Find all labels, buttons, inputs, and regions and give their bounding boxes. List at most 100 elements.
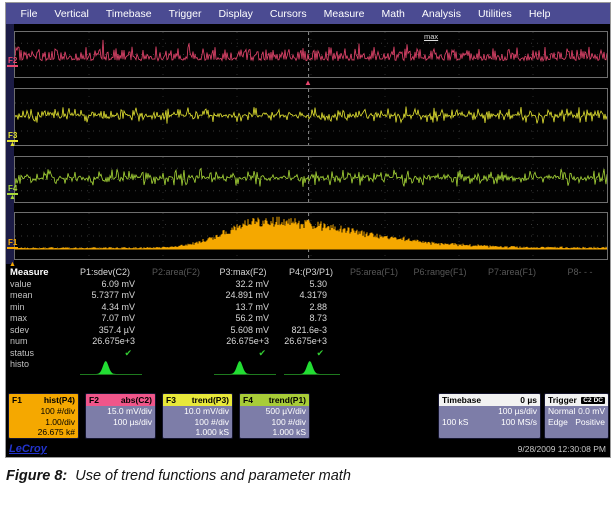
menu-item-utilities[interactable]: Utilities (469, 8, 520, 20)
descriptor-line-3: 26.675 k# (9, 427, 78, 438)
measure-status-p6 (408, 348, 472, 360)
trigger-position-marker: ▲ (304, 79, 312, 87)
descriptor-id: F4 (243, 395, 253, 405)
descriptor-header-f3: F3trend(P3) (163, 394, 232, 406)
measure-value-p1-sdev: 357.4 µV (62, 325, 148, 337)
measure-value-p8-max (552, 313, 608, 325)
measure-value-p2-mean (148, 290, 204, 302)
measure-header-p4[interactable]: P4:(P3/P1) (282, 267, 340, 279)
descriptor-line-1: 500 µV/div (240, 406, 309, 417)
measure-table-title: Measure (8, 267, 62, 279)
menu-item-trigger[interactable]: Trigger (160, 8, 210, 20)
trigger-mode: Normal (548, 406, 575, 417)
descriptor-id: F1 (12, 395, 22, 405)
oscilloscope-screenshot: FileVerticalTimebaseTriggerDisplayCursor… (5, 2, 611, 458)
measure-header-p6[interactable]: P6:range(F1) (408, 267, 472, 279)
descriptor-line-2: 100 µs/div (86, 417, 155, 428)
measure-header-p7[interactable]: P7:area(F1) (472, 267, 552, 279)
measure-value-p7-value (472, 279, 552, 291)
measure-value-p2-num (148, 336, 204, 348)
measure-status-p4: ✔ (282, 348, 340, 360)
menu-item-timebase[interactable]: Timebase (97, 8, 160, 20)
document-page: FileVerticalTimebaseTriggerDisplayCursor… (0, 0, 616, 507)
menu-item-math[interactable]: Math (373, 8, 413, 20)
measure-header-p3[interactable]: P3:max(F2) (204, 267, 282, 279)
measure-header-p5[interactable]: P5:area(F1) (340, 267, 408, 279)
measure-value-p3-min: 13.7 mV (204, 302, 282, 314)
measure-value-p8-sdev (552, 325, 608, 337)
menu-item-cursors[interactable]: Cursors (261, 8, 315, 20)
descriptor-line-2: 100 #/div (240, 417, 309, 428)
menu-item-measure[interactable]: Measure (315, 8, 373, 20)
measure-histo-p8 (552, 359, 608, 379)
measure-value-p2-value (148, 279, 204, 291)
menu-item-vertical[interactable]: Vertical (46, 8, 97, 20)
timebase-samples: 100 kS (442, 417, 468, 428)
trace-f4-waveform (15, 157, 607, 202)
measure-value-p8-num (552, 336, 608, 348)
measure-histo-p2 (148, 359, 204, 379)
measure-value-p5-value (340, 279, 408, 291)
menu-bar: FileVerticalTimebaseTriggerDisplayCursor… (6, 3, 610, 24)
measure-value-p8-value (552, 279, 608, 291)
measure-status-p7 (472, 348, 552, 360)
measure-value-p6-sdev (408, 325, 472, 337)
trace-label-f1[interactable]: F1 (7, 238, 18, 249)
trigger-badge-dc: DC (594, 397, 603, 404)
figure-caption-text: Use of trend functions and parameter mat… (75, 468, 351, 484)
measure-value-p7-sdev (472, 325, 552, 337)
measure-status-p8 (552, 348, 608, 360)
measure-header-p8[interactable]: P8- - - (552, 267, 608, 279)
descriptor-header-f4: F4 trend(P1) (240, 394, 309, 406)
measure-value-p1-mean: 5.7377 mV (62, 290, 148, 302)
trigger-box[interactable]: Trigger C2DC Normal 0.0 mV Edge Positive (544, 393, 609, 439)
measure-status-p2 (148, 348, 204, 360)
param-histicon (78, 359, 144, 377)
timebase-title: Timebase (442, 395, 481, 405)
measure-value-p4-value: 5.30 (282, 279, 340, 291)
measure-row-label-histo: histo (8, 359, 62, 371)
measure-value-p3-max: 56.2 mV (204, 313, 282, 325)
measure-header-p2[interactable]: P2:area(F2) (148, 267, 204, 279)
measure-histo-p1 (62, 359, 148, 379)
menu-item-help[interactable]: Help (520, 8, 559, 20)
menu-item-file[interactable]: File (12, 8, 46, 20)
lecroy-logo: LeCroy (9, 443, 47, 455)
param-histicon (282, 359, 340, 377)
menu-item-display[interactable]: Display (210, 8, 261, 20)
measure-value-p8-mean (552, 290, 608, 302)
trigger-slope: Positive (575, 417, 605, 428)
trace-label-f2[interactable]: F2 (7, 56, 18, 67)
descriptor-function: trend(P1) (269, 395, 306, 405)
measure-value-p2-sdev (148, 325, 204, 337)
timebase-box[interactable]: Timebase 0 µs 100 µs/div 100 kS 100 MS/s (438, 393, 541, 439)
trace-descriptor-f1[interactable]: F1hist(P4)100 #/div1.00/div26.675 k# (8, 393, 79, 439)
waveform-panel-f1 (14, 212, 608, 260)
measure-value-p1-max: 7.07 mV (62, 313, 148, 325)
waveform-panel-f3 (14, 88, 608, 146)
menu-item-analysis[interactable]: Analysis (413, 8, 469, 20)
measure-value-p5-sdev (340, 325, 408, 337)
trace-descriptor-f4[interactable]: F4trend(P1)500 µV/div100 #/div1.000 kS (239, 393, 310, 439)
trace-level-marker-f3: ▲ (9, 141, 16, 148)
trace-descriptor-f3[interactable]: F3trend(P3)10.0 mV/div100 #/div1.000 kS (162, 393, 233, 439)
measure-value-p7-mean (472, 290, 552, 302)
measure-value-p3-mean: 24.891 mV (204, 290, 282, 302)
measure-value-p1-min: 4.34 mV (62, 302, 148, 314)
descriptor-line-2: 100 #/div (163, 417, 232, 428)
measure-histo-p3 (204, 359, 282, 379)
trace-descriptor-f2[interactable]: F2abs(C2)15.0 mV/div100 µs/div (85, 393, 156, 439)
measure-value-p5-max (340, 313, 408, 325)
figure-caption: Figure 8:Use of trend functions and para… (6, 468, 351, 484)
timebase-rate: 100 MS/s (501, 417, 537, 428)
parameter-annotation-max: max (424, 32, 438, 41)
scope-display: F2maxF3▲F4▲F1▲▲ MeasureP1:sdev(C2)P2:are… (6, 24, 610, 457)
measure-value-p7-max (472, 313, 552, 325)
trace-f3-waveform (15, 89, 607, 145)
measure-value-p1-value: 6.09 mV (62, 279, 148, 291)
measure-status-p1: ✔ (62, 348, 148, 360)
measure-value-p4-mean: 4.3179 (282, 290, 340, 302)
measure-value-p3-num: 26.675e+3 (204, 336, 282, 348)
descriptor-id: F2 (89, 395, 99, 405)
measure-header-p1[interactable]: P1:sdev(C2) (62, 267, 148, 279)
